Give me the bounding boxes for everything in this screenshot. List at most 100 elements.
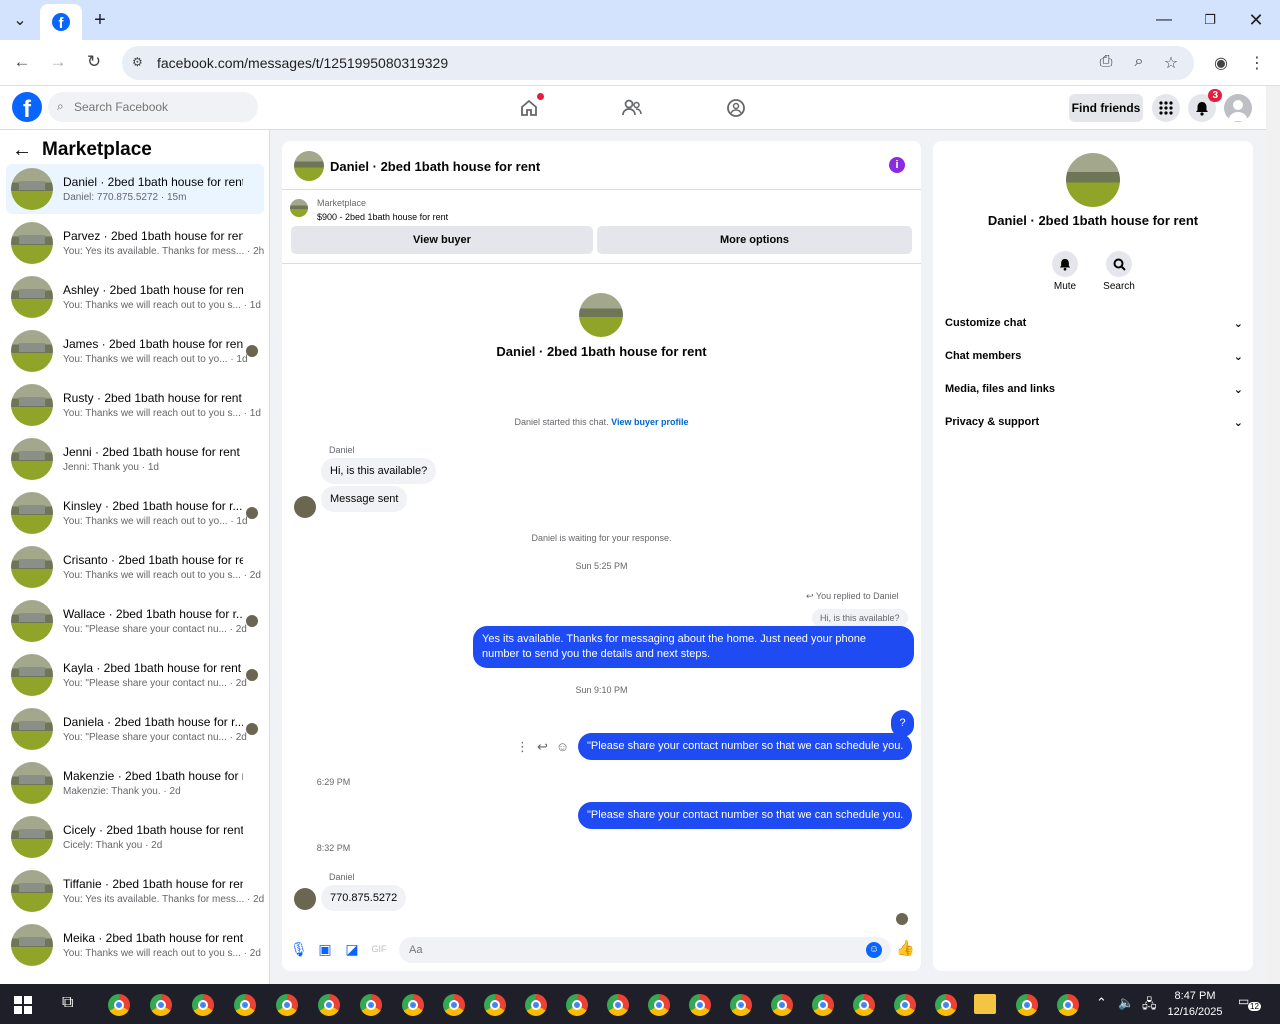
network-icon[interactable]: 🖧 — [1142, 995, 1157, 1017]
chrome-taskbar-icon[interactable] — [276, 994, 298, 1016]
conversation-item[interactable]: Parvez · 2bed 1bath house for rent You: Y… — [6, 218, 264, 268]
friends-nav-icon[interactable] — [620, 96, 644, 120]
chrome-taskbar-icon[interactable] — [894, 994, 916, 1016]
conversation-item[interactable]: Tiffanie · 2bed 1bath house for rent You:… — [6, 866, 264, 916]
react-emoji-icon[interactable]: ☺ — [556, 739, 569, 755]
file-explorer-icon[interactable] — [974, 994, 996, 1014]
find-friends-button[interactable]: Find friends — [1069, 94, 1143, 122]
conversation-item[interactable]: Rusty · 2bed 1bath house for rent You: Th… — [6, 380, 264, 430]
page-scrollbar[interactable] — [1266, 86, 1280, 984]
chrome-taskbar-icon[interactable] — [443, 994, 465, 1016]
mute-action[interactable]: Mute — [1038, 251, 1092, 292]
chrome-taskbar-icon[interactable] — [318, 994, 340, 1016]
chrome-taskbar-icon[interactable] — [192, 994, 214, 1016]
microphone-icon[interactable]: 🎙 — [290, 941, 308, 958]
photo-icon[interactable]: ▣ — [317, 941, 333, 958]
more-dots-icon[interactable]: ⋮ — [516, 739, 529, 755]
chrome-taskbar-icon[interactable] — [1016, 994, 1038, 1016]
chrome-taskbar-icon[interactable] — [607, 994, 629, 1016]
chrome-taskbar-icon[interactable] — [730, 994, 752, 1016]
search-action[interactable]: Search — [1092, 251, 1146, 292]
gif-icon[interactable]: GIF — [371, 944, 387, 954]
conversation-item[interactable]: Kayla · 2bed 1bath house for rent You: "P… — [6, 650, 264, 700]
conversation-item[interactable]: Makenzie · 2bed 1bath house for r... Make… — [6, 758, 264, 808]
conversation-item[interactable]: Cicely · 2bed 1bath house for rent Cicely… — [6, 812, 264, 862]
notifications-bell-icon[interactable]: 3 — [1188, 89, 1222, 122]
tray-chevron-icon[interactable]: ⌃ — [1096, 995, 1107, 1011]
info-icon[interactable]: i — [889, 157, 905, 173]
search-input[interactable] — [74, 92, 254, 122]
menu-grid-icon[interactable] — [1152, 94, 1180, 122]
restore-icon[interactable]: ❐ — [1198, 0, 1222, 40]
new-tab-button[interactable]: + — [88, 0, 112, 40]
task-view-icon[interactable]: ⧉ — [62, 994, 73, 1012]
privacy-support-row[interactable]: Privacy & support ⌄ — [945, 416, 1245, 438]
url-text[interactable]: facebook.com/messages/t/1251995080319329 — [157, 55, 448, 71]
install-app-icon[interactable]: ⎙ — [1095, 53, 1117, 71]
chrome-taskbar-icon[interactable] — [484, 994, 506, 1016]
account-avatar[interactable] — [1224, 94, 1252, 122]
chrome-taskbar-icon[interactable] — [402, 994, 424, 1016]
menu-dots-icon[interactable]: ⋮ — [1246, 53, 1268, 73]
facebook-logo-icon[interactable]: f — [12, 92, 42, 122]
chat-avatar[interactable] — [294, 151, 324, 181]
chrome-taskbar-icon[interactable] — [1057, 994, 1079, 1016]
like-thumb-icon[interactable]: 👍 — [896, 939, 915, 957]
windows-start-icon[interactable] — [14, 996, 32, 1019]
chat-title[interactable]: Daniel · 2bed 1bath house for rent — [330, 159, 540, 174]
chrome-taskbar-icon[interactable] — [525, 994, 547, 1016]
tab-search-icon[interactable]: ⌄ — [8, 0, 32, 40]
back-icon[interactable]: ← — [11, 52, 33, 72]
view-buyer-profile-link[interactable]: View buyer profile — [611, 417, 688, 427]
groups-nav-icon[interactable] — [724, 96, 748, 120]
forward-icon[interactable]: → — [47, 52, 69, 72]
conversation-item[interactable]: Kinsley · 2bed 1bath house for r... You: … — [6, 488, 264, 538]
conversation-item[interactable]: Crisanto · 2bed 1bath house for rent You:… — [6, 542, 264, 592]
chrome-taskbar-icon[interactable] — [853, 994, 875, 1016]
conversation-item[interactable]: Ashley · 2bed 1bath house for rent You: T… — [6, 272, 264, 322]
home-nav-icon[interactable] — [517, 93, 544, 120]
chrome-taskbar-icon[interactable] — [108, 994, 130, 1016]
chrome-taskbar-icon[interactable] — [150, 994, 172, 1016]
notification-center-icon[interactable]: ▭ 12 — [1238, 994, 1261, 1014]
chrome-taskbar-icon[interactable] — [648, 994, 670, 1016]
more-options-button[interactable]: More options — [597, 226, 912, 254]
conversation-item[interactable]: Daniel · 2bed 1bath house for rent Daniel… — [6, 164, 264, 214]
url-box[interactable]: ⚙ facebook.com/messages/t/12519950803193… — [122, 46, 1194, 80]
sticker-icon[interactable]: ◪ — [344, 941, 360, 958]
conversation-item[interactable]: Wallace · 2bed 1bath house for r... You: … — [6, 596, 264, 646]
reply-icon[interactable]: ↩ — [537, 739, 548, 755]
bookmark-star-icon[interactable]: ☆ — [1160, 53, 1182, 73]
conversation-avatar — [11, 762, 53, 804]
chrome-taskbar-icon[interactable] — [812, 994, 834, 1016]
zoom-icon[interactable]: ⌕ — [1128, 53, 1150, 71]
volume-icon[interactable]: 🔈 — [1118, 995, 1134, 1011]
site-info-icon[interactable]: ⚙ — [132, 55, 143, 69]
emoji-icon[interactable]: ☺ — [866, 942, 882, 958]
chrome-taskbar-icon[interactable] — [771, 994, 793, 1016]
view-buyer-button[interactable]: View buyer — [291, 226, 593, 254]
search-box[interactable]: ⌕ — [48, 92, 258, 122]
bell-icon[interactable] — [1052, 251, 1078, 277]
chrome-taskbar-icon[interactable] — [234, 994, 256, 1016]
close-window-icon[interactable]: ✕ — [1244, 0, 1268, 40]
message-input[interactable] — [399, 937, 891, 963]
conversation-item[interactable]: Daniela · 2bed 1bath house for r... You: … — [6, 704, 264, 754]
magnifier-icon[interactable] — [1106, 251, 1132, 277]
conversation-item[interactable]: James · 2bed 1bath house for rent You: Th… — [6, 326, 264, 376]
conversation-item[interactable]: Meika · 2bed 1bath house for rent You: Th… — [6, 920, 264, 970]
system-clock[interactable]: 8:47 PM 12/16/2025 — [1160, 988, 1230, 1020]
minimize-icon[interactable]: — — [1152, 0, 1176, 40]
customize-chat-row[interactable]: Customize chat ⌄ — [945, 317, 1245, 339]
conversation-item[interactable]: Jenni · 2bed 1bath house for rent Jenni: … — [6, 434, 264, 484]
media-files-links-row[interactable]: Media, files and links ⌄ — [945, 383, 1245, 405]
back-arrow-icon[interactable]: ← — [12, 139, 32, 162]
chrome-taskbar-icon[interactable] — [689, 994, 711, 1016]
chrome-taskbar-icon[interactable] — [566, 994, 588, 1016]
chat-members-row[interactable]: Chat members ⌄ — [945, 350, 1245, 372]
browser-tab-facebook[interactable]: f — [40, 4, 82, 40]
profile-icon[interactable]: ◉ — [1210, 53, 1232, 73]
reload-icon[interactable]: ↻ — [83, 52, 105, 72]
chrome-taskbar-icon[interactable] — [360, 994, 382, 1016]
chrome-taskbar-icon[interactable] — [935, 994, 957, 1016]
